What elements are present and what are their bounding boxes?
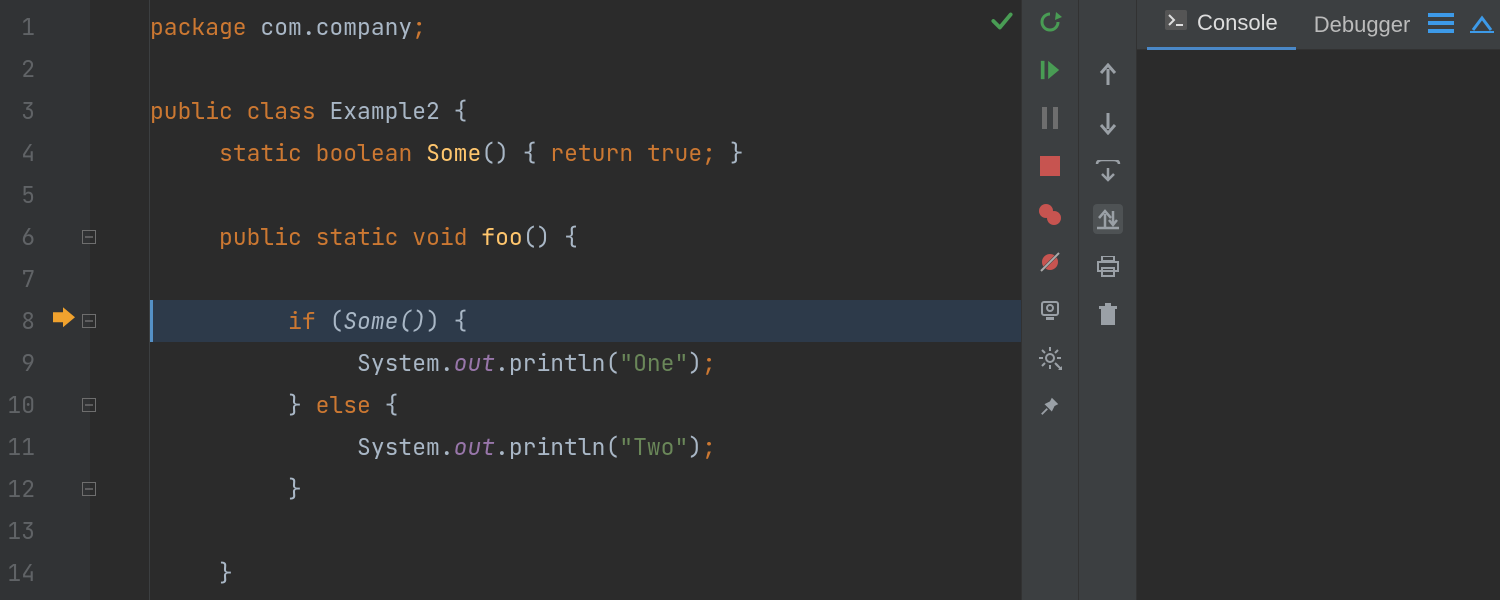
line-number: 12 [0, 468, 89, 510]
line-number: 1 [0, 6, 89, 48]
debug-panel: Console Debugger [1079, 0, 1500, 600]
code-editor[interactable]: 1 2 3 4 5 6 7 8 9 10 11 12 13 14 [0, 0, 1021, 600]
settings-button[interactable] [1029, 344, 1071, 372]
console-icon [1165, 10, 1187, 36]
code-line[interactable]: System.out.println("Two"); [150, 426, 1021, 468]
tab-label: Debugger [1314, 12, 1411, 38]
step-return-icon[interactable] [1093, 60, 1123, 90]
code-line[interactable] [150, 48, 1021, 90]
code-line[interactable] [150, 258, 1021, 300]
layout-icon[interactable] [1428, 10, 1454, 40]
line-number: 11 [0, 426, 89, 468]
rerun-button[interactable] [1029, 8, 1071, 36]
code-line[interactable] [150, 510, 1021, 552]
line-number: 5 [0, 174, 89, 216]
line-number: 6 [0, 216, 89, 258]
debug-tabs: Console Debugger [1137, 0, 1500, 50]
console-output[interactable] [1137, 50, 1500, 600]
tab-label: Console [1197, 10, 1278, 36]
step-into-icon[interactable] [1093, 156, 1123, 186]
code-line[interactable]: static boolean Some() { return true; } [150, 132, 1021, 174]
line-number: 2 [0, 48, 89, 90]
tab-debugger[interactable]: Debugger [1296, 0, 1429, 50]
resume-button[interactable] [1029, 56, 1071, 84]
fold-toggle-icon[interactable] [82, 230, 96, 244]
line-number: 9 [0, 342, 89, 384]
debug-step-toolbar [1079, 0, 1137, 600]
pause-button[interactable] [1029, 104, 1071, 132]
pin-button[interactable] [1029, 392, 1071, 420]
execution-point-arrow-icon [53, 304, 75, 334]
view-breakpoints-button[interactable] [1029, 200, 1071, 228]
fold-column [90, 0, 150, 600]
trash-icon[interactable] [1093, 300, 1123, 330]
expand-icon[interactable] [1470, 10, 1494, 40]
stop-button[interactable] [1029, 152, 1071, 180]
line-number: 3 [0, 90, 89, 132]
code-line[interactable]: } else { [150, 384, 1021, 426]
code-area[interactable]: package com.company; public class Exampl… [150, 0, 1021, 600]
line-number: 10 [0, 384, 89, 426]
line-number: 4 [0, 132, 89, 174]
code-line[interactable]: public static void foo() { [150, 216, 1021, 258]
step-over-icon[interactable] [1093, 108, 1123, 138]
code-line-current[interactable]: if (Some()) { [150, 300, 1021, 342]
line-number: 7 [0, 258, 89, 300]
code-line[interactable]: public class Example2 { [150, 90, 1021, 132]
fold-toggle-icon[interactable] [82, 314, 96, 328]
print-icon[interactable] [1093, 252, 1123, 282]
get-thread-dump-button[interactable] [1029, 296, 1071, 324]
fold-toggle-icon[interactable] [82, 482, 96, 496]
line-number: 13 [0, 510, 89, 552]
tab-console[interactable]: Console [1147, 0, 1296, 50]
code-line[interactable]: package com.company; [150, 6, 1021, 48]
code-line[interactable]: } [150, 552, 1021, 594]
line-number: 8 [0, 300, 89, 342]
mute-breakpoints-button[interactable] [1029, 248, 1071, 276]
line-gutter: 1 2 3 4 5 6 7 8 9 10 11 12 13 14 [0, 0, 90, 600]
step-out-icon[interactable] [1093, 204, 1123, 234]
fold-toggle-icon[interactable] [82, 398, 96, 412]
inspection-ok-icon[interactable] [989, 8, 1015, 41]
line-number: 14 [0, 552, 89, 594]
debug-toolbar [1021, 0, 1079, 600]
code-line[interactable]: } [150, 468, 1021, 510]
code-line[interactable] [150, 174, 1021, 216]
code-line[interactable]: System.out.println("One"); [150, 342, 1021, 384]
